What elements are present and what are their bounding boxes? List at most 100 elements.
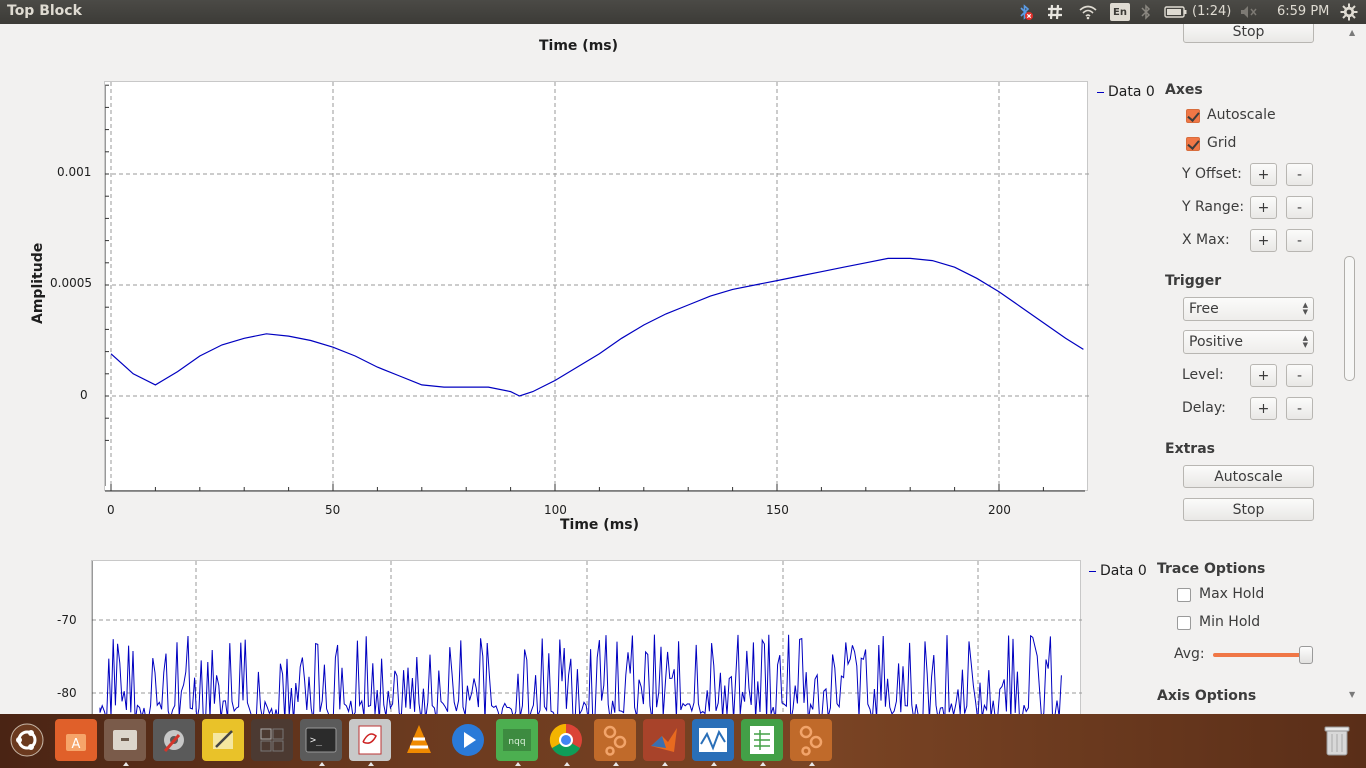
top-stop-button[interactable]: Stop — [1183, 24, 1314, 43]
grid-label[interactable]: Grid — [1207, 135, 1236, 151]
gear-icon[interactable] — [1338, 0, 1360, 24]
media-player-icon[interactable] — [447, 719, 489, 761]
autoscale-button[interactable]: Autoscale — [1183, 465, 1314, 488]
legend-label: Data 0 — [1108, 84, 1155, 100]
spreadsheet-icon[interactable] — [741, 719, 783, 766]
document-viewer-icon[interactable] — [349, 719, 391, 766]
keyboard-layout-label: En — [1110, 3, 1130, 21]
chrome-icon[interactable] — [545, 719, 587, 766]
software-center-icon[interactable]: A — [55, 719, 97, 761]
svg-text:>_: >_ — [310, 735, 323, 746]
gnuradio-top-block-icon[interactable] — [790, 719, 832, 766]
y-offset-label: Y Offset: — [1182, 166, 1242, 182]
max-hold-label[interactable]: Max Hold — [1199, 586, 1264, 602]
running-indicator — [564, 762, 570, 766]
avg-slider-track[interactable] — [1213, 653, 1305, 657]
files-icon[interactable] — [104, 719, 146, 766]
running-indicator — [662, 762, 668, 766]
system-settings-icon[interactable] — [153, 719, 195, 761]
x-max-label: X Max: — [1182, 232, 1230, 248]
y-range-plus-button[interactable]: + — [1250, 196, 1277, 219]
autoscale-checkbox[interactable] — [1186, 109, 1200, 123]
time-plot-legend[interactable]: Data 0 — [1097, 84, 1155, 100]
trigger-mode-value: Free — [1189, 301, 1219, 317]
bluetooth-error-icon[interactable] — [1014, 0, 1036, 24]
terminal-icon[interactable]: >_ — [300, 719, 342, 766]
time-plot-svg — [105, 82, 1089, 492]
nqq-editor-icon[interactable]: nqq — [496, 719, 538, 766]
ytick-label: 0.0005 — [50, 276, 92, 290]
keyboard-layout-icon[interactable]: En — [1108, 0, 1132, 24]
series-line-data-0 — [99, 634, 1062, 714]
spin-arrows-icon: ▲ ▼ — [1302, 334, 1308, 349]
time-plot-canvas[interactable] — [104, 81, 1089, 492]
min-hold-label[interactable]: Min Hold — [1199, 614, 1260, 630]
y-range-label: Y Range: — [1182, 199, 1245, 215]
trace-options-title: Trace Options — [1157, 561, 1266, 577]
trigger-mode-select[interactable]: Free ▲ ▼ — [1183, 297, 1314, 321]
window-title: Top Block — [7, 3, 82, 19]
top-panel: Top Block En (1:24) 6:59 PM — [0, 0, 1366, 24]
delay-label: Delay: — [1182, 400, 1226, 416]
y-offset-minus-button[interactable]: - — [1286, 163, 1313, 186]
x-max-plus-button[interactable]: + — [1250, 229, 1277, 252]
max-hold-checkbox[interactable] — [1177, 588, 1191, 602]
scroll-up-icon[interactable]: ▲ — [1349, 28, 1355, 37]
running-indicator — [319, 762, 325, 766]
workspace-switcher-icon[interactable] — [251, 719, 293, 761]
avg-slider-handle[interactable] — [1299, 646, 1313, 664]
legend-label: Data 0 — [1100, 563, 1147, 579]
axis-options-title: Axis Options — [1157, 688, 1257, 704]
level-label: Level: — [1182, 367, 1224, 383]
autoscale-label[interactable]: Autoscale — [1207, 107, 1276, 123]
system-monitor-icon[interactable] — [692, 719, 734, 766]
delay-minus-button[interactable]: - — [1286, 397, 1313, 420]
hash-network-icon[interactable] — [1044, 0, 1066, 24]
time-plot-xlabel: Time (ms) — [560, 517, 640, 533]
bluetooth-icon[interactable] — [1137, 0, 1155, 24]
series-line-data-0 — [110, 257, 1084, 397]
trigger-slope-value: Positive — [1189, 334, 1243, 350]
svg-text:nqq: nqq — [508, 737, 525, 747]
freq-plot-canvas[interactable] — [91, 560, 1082, 714]
delay-plus-button[interactable]: + — [1250, 397, 1277, 420]
y-offset-plus-button[interactable]: + — [1250, 163, 1277, 186]
trigger-section-title: Trigger — [1165, 273, 1222, 289]
min-hold-checkbox[interactable] — [1177, 616, 1191, 630]
y-range-minus-button[interactable]: - — [1286, 196, 1313, 219]
vertical-scrollbar[interactable]: ▲ ▼ — [1340, 24, 1366, 714]
legend-swatch — [1097, 91, 1104, 93]
running-indicator — [368, 762, 374, 766]
grid-checkbox[interactable] — [1186, 137, 1200, 151]
x-max-minus-button[interactable]: - — [1286, 229, 1313, 252]
matlab-icon[interactable] — [643, 719, 685, 766]
scrollbar-thumb[interactable] — [1344, 256, 1355, 381]
xtick-label: 100 — [544, 503, 567, 517]
running-indicator — [613, 762, 619, 766]
avg-label: Avg: — [1174, 646, 1205, 662]
xtick-label: 50 — [325, 503, 341, 517]
legend-swatch — [1089, 570, 1096, 572]
volume-muted-icon[interactable] — [1238, 0, 1260, 24]
trigger-slope-select[interactable]: Positive ▲ ▼ — [1183, 330, 1314, 354]
ubuntu-home-icon[interactable] — [6, 719, 48, 761]
extras-section-title: Extras — [1165, 441, 1215, 457]
freq-plot-legend[interactable]: Data 0 — [1089, 563, 1147, 579]
text-editor-icon[interactable] — [202, 719, 244, 761]
battery-icon[interactable] — [1162, 0, 1190, 24]
vlc-icon[interactable] — [398, 719, 440, 761]
wifi-icon[interactable] — [1077, 0, 1099, 24]
xtick-label: 150 — [766, 503, 789, 517]
stop-button[interactable]: Stop — [1183, 498, 1314, 521]
top-block-window: Time (ms) Stop Data 0 Amplitude 0.001 0.… — [0, 24, 1340, 714]
running-indicator — [760, 762, 766, 766]
scroll-down-icon[interactable]: ▼ — [1349, 690, 1355, 699]
xtick-label: 200 — [988, 503, 1011, 517]
gnuradio-companion-icon[interactable] — [594, 719, 636, 766]
level-plus-button[interactable]: + — [1250, 364, 1277, 387]
running-indicator — [515, 762, 521, 766]
unity-launcher: A >_ nqq — [0, 714, 1366, 768]
clock[interactable]: 6:59 PM — [1277, 4, 1329, 19]
trash-icon[interactable] — [1316, 719, 1358, 761]
level-minus-button[interactable]: - — [1286, 364, 1313, 387]
